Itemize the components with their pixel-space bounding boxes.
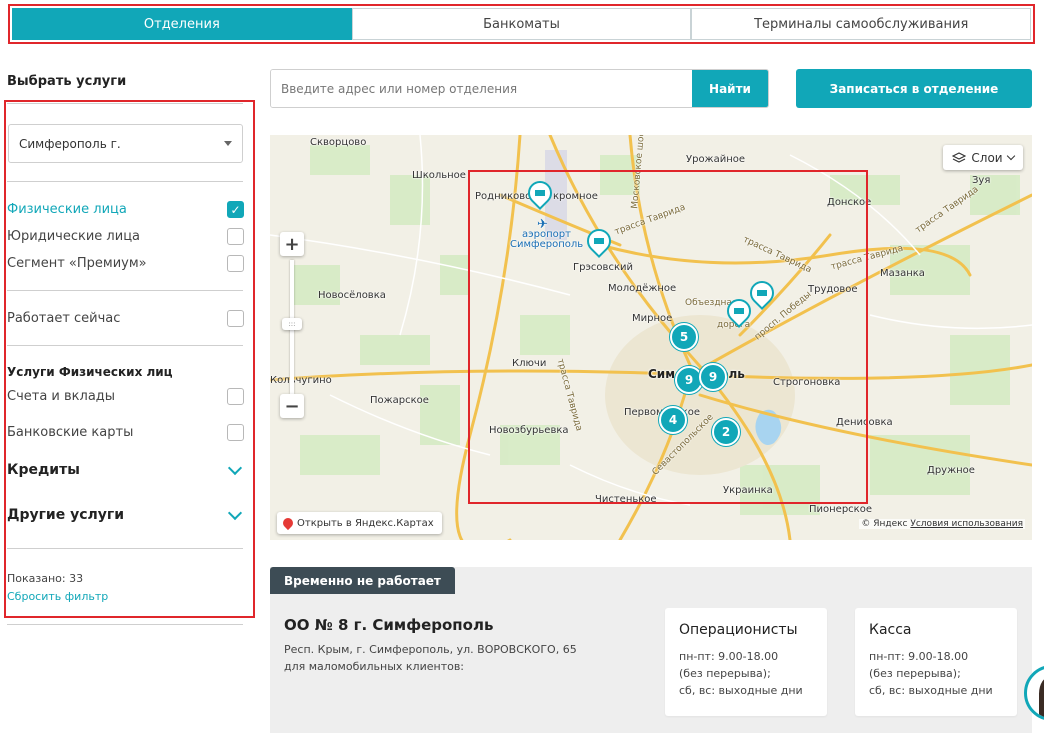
layers-label: Слои: [971, 150, 1003, 165]
map-label: Школьное: [412, 170, 466, 181]
search-button[interactable]: Найти: [692, 70, 768, 107]
sidebar-title: Выбрать услуги: [7, 74, 127, 89]
map-pin-icon: [280, 515, 296, 531]
tab-terminals[interactable]: Терминалы самообслуживания: [691, 8, 1032, 40]
book-appointment-button[interactable]: Записаться в отделение: [796, 69, 1032, 108]
hours-title: Касса: [869, 622, 912, 638]
hours-title: Операционисты: [679, 622, 798, 638]
filter-legal-entities[interactable]: Юридические лица: [7, 228, 244, 245]
filter-label: Сегмент «Премиум»: [7, 256, 147, 271]
branch-type-tabs: Отделения Банкоматы Терминалы самообслуж…: [8, 4, 1035, 44]
office-title[interactable]: ОО № 8 г. Симферополь: [284, 616, 493, 634]
office-address-block: Респ. Крым, г. Симферополь, ул. ВОРОВСКО…: [284, 641, 644, 675]
branch-map[interactable]: Скворцово Школьное Родниково кромное аэр…: [270, 135, 1032, 540]
services-heading: Услуги Физических лиц: [7, 365, 173, 379]
hours-line: пн-пт: 9.00-18.00: [869, 650, 969, 663]
chevron-down-icon: [1006, 151, 1015, 160]
map-label: Дружное: [927, 465, 975, 476]
map-copyright: © Яндекс Условия использования: [859, 519, 1025, 529]
divider: [7, 345, 243, 346]
open-in-yandex-label: Открыть в Яндекс.Картах: [297, 517, 434, 529]
hours-card-cashier: Касса пн-пт: 9.00-18.00 (без перерыва); …: [855, 608, 1017, 716]
divider: [7, 548, 243, 549]
hours-card-operators: Операционисты пн-пт: 9.00-18.00 (без пер…: [665, 608, 827, 716]
filter-bank-cards[interactable]: Банковские карты: [7, 424, 244, 441]
map-highlight-frame: [468, 170, 868, 504]
layers-icon: [952, 151, 967, 163]
city-select-value: Симферополь г.: [19, 136, 121, 151]
checkbox[interactable]: [227, 388, 244, 405]
checkbox-checked[interactable]: ✓: [227, 201, 244, 218]
tab-branches[interactable]: Отделения: [12, 8, 352, 40]
checkbox[interactable]: [227, 228, 244, 245]
zoom-control: + ::: −: [280, 232, 304, 420]
office-accessibility-note: для маломобильных клиентов:: [284, 660, 465, 673]
filter-individuals[interactable]: Физические лица ✓: [7, 201, 244, 218]
filter-label: Юридические лица: [7, 229, 141, 244]
filter-label: Счета и вклады: [7, 389, 116, 404]
zoom-in-button[interactable]: +: [280, 232, 304, 256]
divider: [7, 103, 243, 104]
checkbox[interactable]: [227, 424, 244, 441]
expander-label: Кредиты: [7, 462, 80, 478]
filter-accounts-deposits[interactable]: Счета и вклады: [7, 388, 244, 405]
divider: [7, 624, 243, 625]
hours-line: (без перерыва);: [679, 667, 771, 680]
hours-line: пн-пт: 9.00-18.00: [679, 650, 779, 663]
results-count: Показано: 33: [7, 572, 84, 585]
other-services-expander[interactable]: Другие услуги: [7, 505, 244, 523]
city-select[interactable]: Симферополь г.: [8, 124, 243, 163]
avatar-image: [1039, 676, 1044, 718]
expander-label: Другие услуги: [7, 507, 125, 523]
map-label: Скворцово: [310, 137, 367, 148]
zoom-out-button[interactable]: −: [280, 394, 304, 418]
map-label: Пожарское: [370, 395, 429, 406]
reset-filter-link[interactable]: Сбросить фильтр: [7, 590, 108, 603]
divider: [7, 290, 243, 291]
chevron-down-icon: [227, 460, 243, 475]
tab-atms[interactable]: Банкоматы: [351, 8, 692, 40]
map-label: Пионерское: [809, 504, 872, 515]
hours-line: сб, вс: выходные дни: [869, 684, 993, 697]
open-in-yandex-maps-link[interactable]: Открыть в Яндекс.Картах: [277, 512, 442, 534]
search-input[interactable]: [271, 70, 692, 107]
checkbox[interactable]: [227, 310, 244, 327]
filter-premium[interactable]: Сегмент «Премиум»: [7, 255, 244, 272]
chevron-down-icon: [224, 141, 232, 146]
map-label: Урожайное: [686, 154, 746, 165]
layers-button[interactable]: Слои: [943, 145, 1023, 170]
terms-of-use-link[interactable]: Условия использования: [910, 519, 1023, 529]
filter-label: Физические лица: [7, 202, 127, 217]
filter-open-now[interactable]: Работает сейчас: [7, 310, 244, 327]
credits-expander[interactable]: Кредиты: [7, 460, 244, 478]
filter-label: Работает сейчас: [7, 311, 121, 326]
status-badge: Временно не работает: [270, 567, 455, 594]
filter-highlight-frame: [4, 100, 255, 618]
map-label: Новосёловка: [318, 290, 386, 301]
checkmark-icon: ✓: [230, 202, 241, 217]
map-label: Мазанка: [880, 268, 925, 279]
divider: [7, 181, 243, 182]
chevron-down-icon: [227, 505, 243, 520]
hours-line: сб, вс: выходные дни: [679, 684, 803, 697]
hours-line: (без перерыва);: [869, 667, 961, 680]
checkbox[interactable]: [227, 255, 244, 272]
office-address: Респ. Крым, г. Симферополь, ул. ВОРОВСКО…: [284, 643, 577, 656]
zoom-slider-handle[interactable]: :::: [282, 318, 302, 330]
filter-label: Банковские карты: [7, 425, 134, 440]
search-bar: Найти: [270, 69, 769, 108]
copyright-text: © Яндекс: [861, 519, 908, 529]
